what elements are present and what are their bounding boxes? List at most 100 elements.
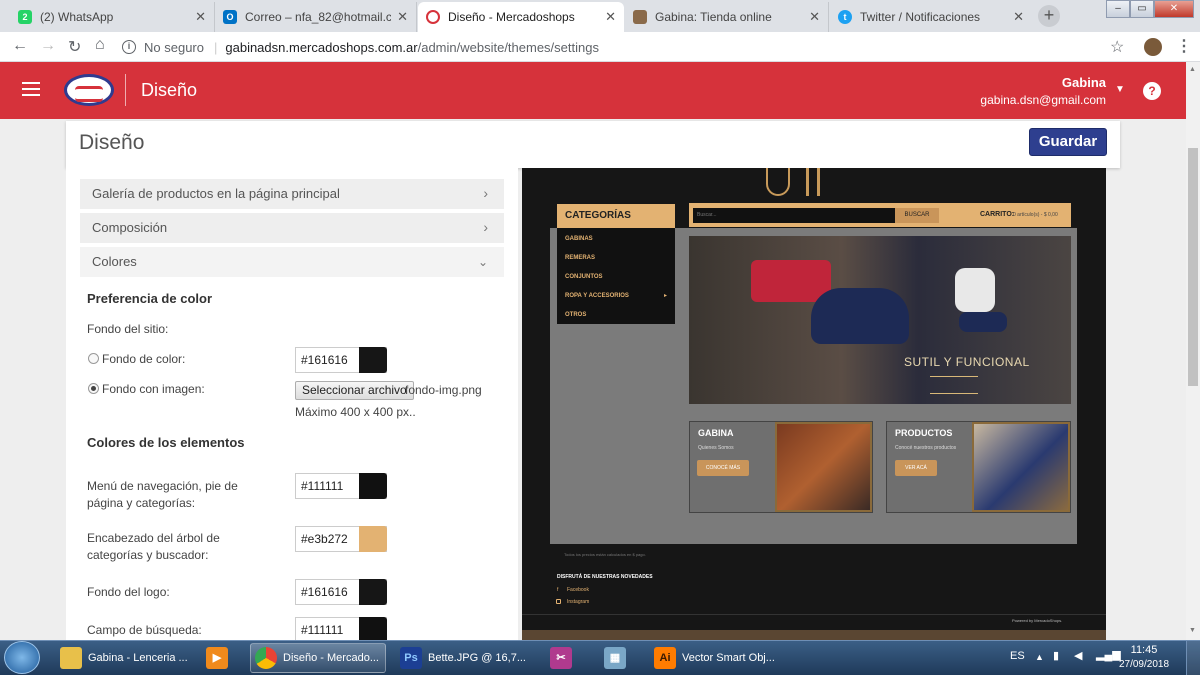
show-desktop-button[interactable]: [1186, 641, 1200, 675]
tray-expand-icon[interactable]: ▲: [1035, 652, 1044, 662]
user-email[interactable]: gabina.dsn@gmail.com: [960, 93, 1106, 107]
store-logo-mark: [766, 168, 790, 196]
scroll-down-icon[interactable]: ▼: [1189, 627, 1196, 634]
close-window-button[interactable]: ✕: [1154, 0, 1194, 18]
taskbar-illustrator[interactable]: Ai Vector Smart Obj...: [650, 643, 780, 673]
taskbar-photoshop[interactable]: Ps Bette.JPG @ 16,7...: [396, 643, 532, 673]
close-tab-icon[interactable]: ✕: [809, 9, 820, 25]
folder-icon: [60, 647, 82, 669]
user-dropdown-icon[interactable]: ▼: [1115, 84, 1125, 95]
accordion-gallery[interactable]: Galería de productos en la página princi…: [80, 179, 504, 209]
reload-icon[interactable]: ↻: [68, 37, 81, 57]
tab-outlook[interactable]: O Correo – nfa_82@hotmail.com ✕: [215, 2, 417, 32]
bookmark-star-icon[interactable]: ☆: [1110, 37, 1124, 57]
search-field-color-picker[interactable]: #111111: [295, 617, 387, 640]
illustrator-icon: Ai: [654, 647, 676, 669]
color-preference-heading: Preferencia de color: [87, 291, 212, 306]
omnibox[interactable]: i No seguro | gabinadsn.mercadoshops.com…: [122, 35, 1132, 59]
media-player-icon: ▶: [206, 647, 228, 669]
volume-icon[interactable]: ◀: [1074, 649, 1082, 662]
taskbar-calculator[interactable]: ▦: [600, 643, 638, 673]
preview-category-item[interactable]: CONJUNTOS: [565, 274, 603, 280]
tab-gabina-store[interactable]: Gabina: Tienda online ✕: [625, 2, 829, 32]
tab-whatsapp[interactable]: 2 (2) WhatsApp ✕: [10, 2, 215, 32]
url-path: /admin/website/themes/settings: [417, 39, 599, 55]
bg-color-picker[interactable]: #161616: [295, 347, 387, 373]
close-tab-icon[interactable]: ✕: [195, 9, 206, 25]
accordion-label: Galería de productos en la página princi…: [92, 186, 340, 201]
settings-panel: Galería de productos en la página princi…: [66, 168, 518, 640]
bg-color-radio[interactable]: [88, 353, 99, 364]
chevron-right-icon: ›: [483, 219, 488, 235]
close-tab-icon[interactable]: ✕: [1013, 9, 1024, 25]
logo-bg-color-picker[interactable]: #161616: [295, 579, 387, 605]
power-icon[interactable]: ▮: [1053, 649, 1059, 662]
accordion-colors[interactable]: Colores ⌄: [80, 247, 504, 277]
info-icon[interactable]: i: [122, 40, 136, 54]
promo-button[interactable]: CONOCÉ MÁS: [697, 460, 749, 476]
start-button[interactable]: [4, 641, 40, 674]
tab-twitter[interactable]: t Twitter / Notificaciones ✕: [830, 2, 1032, 32]
tab-title: Twitter / Notificaciones: [860, 10, 981, 24]
menu-dots-icon[interactable]: ⋮: [1176, 36, 1192, 56]
preview-category-item[interactable]: REMERAS: [565, 255, 595, 261]
preview-newsletter-heading: DISFRUTÁ DE NUESTRAS NOVEDADES: [557, 574, 653, 580]
photoshop-icon: Ps: [400, 647, 422, 669]
home-icon[interactable]: ⌂: [95, 36, 105, 54]
save-button[interactable]: Guardar: [1029, 128, 1107, 156]
taskbar-media-player[interactable]: ▶: [202, 643, 240, 673]
panel-title: Diseño: [79, 131, 145, 154]
preview-search-input[interactable]: Buscar...: [693, 208, 895, 223]
nav-menu-color-picker[interactable]: #111111: [295, 473, 387, 499]
promo-subtitle: Conocé nuestros productos: [895, 445, 957, 451]
preview-cart-label[interactable]: CARRITO:: [980, 211, 1014, 218]
scrollbar-thumb[interactable]: [1188, 148, 1198, 386]
tab-diseno-mercadoshops[interactable]: Diseño - Mercadoshops ✕: [418, 2, 624, 32]
promo-button[interactable]: VER ACÁ: [895, 460, 937, 476]
hamburger-menu-icon[interactable]: [22, 82, 40, 96]
taskbar-snipping-tool[interactable]: ✂: [546, 643, 584, 673]
help-icon[interactable]: ?: [1143, 82, 1161, 100]
twitter-icon: t: [838, 10, 852, 24]
clock-date[interactable]: 27/09/2018: [1116, 659, 1172, 670]
scroll-up-icon[interactable]: ▲: [1189, 66, 1196, 73]
preview-social-link[interactable]: Instagram: [567, 599, 589, 605]
accordion-composition[interactable]: Composición ›: [80, 213, 504, 243]
clock-time[interactable]: 11:45: [1122, 644, 1166, 656]
close-tab-icon[interactable]: ✕: [605, 9, 616, 25]
accordion-label: Colores: [92, 254, 137, 269]
preview-category-item[interactable]: ROPA Y ACCESORIOS: [565, 293, 629, 299]
select-file-button[interactable]: Seleccionar archivo: [295, 381, 414, 400]
new-tab-button[interactable]: +: [1038, 5, 1060, 27]
language-indicator[interactable]: ES: [1010, 650, 1025, 662]
preview-social-link[interactable]: Facebook: [567, 587, 589, 593]
bg-image-radio[interactable]: [88, 383, 99, 394]
category-header-color-picker[interactable]: #e3b272: [295, 526, 387, 552]
maximize-button[interactable]: ▭: [1130, 0, 1154, 18]
max-size-note: Máximo 400 x 400 px..: [295, 405, 416, 419]
tab-title: Gabina: Tienda online: [655, 10, 772, 24]
preview-category-item[interactable]: GABINAS: [565, 236, 593, 242]
preview-category-item[interactable]: OTROS: [565, 312, 586, 318]
preview-footer-divider: [522, 614, 1106, 615]
color-swatch[interactable]: [359, 473, 387, 499]
promo-subtitle: Quienes Somos: [698, 445, 734, 451]
profile-avatar[interactable]: [1144, 38, 1162, 56]
element-colors-heading: Colores de los elementos: [87, 435, 245, 450]
color-swatch[interactable]: [359, 617, 387, 640]
user-name[interactable]: Gabina: [1000, 75, 1106, 90]
preview-search-button[interactable]: BUSCAR: [895, 208, 939, 223]
forward-icon[interactable]: →: [40, 37, 56, 55]
store-logo-mark: [806, 168, 820, 196]
preview-bottom-band: [522, 630, 1106, 640]
logo-bg-color-label: Fondo del logo:: [87, 585, 170, 599]
color-swatch[interactable]: [359, 579, 387, 605]
color-swatch[interactable]: [359, 526, 387, 552]
color-swatch[interactable]: [359, 347, 387, 373]
url-domain: gabinadsn.mercadoshops.com.ar: [225, 39, 418, 55]
minimize-button[interactable]: –: [1106, 0, 1130, 18]
back-icon[interactable]: ←: [12, 37, 28, 55]
taskbar-chrome[interactable]: Diseño - Mercado...: [250, 643, 386, 673]
bg-color-label: Fondo de color:: [102, 352, 186, 366]
close-tab-icon[interactable]: ✕: [397, 9, 408, 25]
